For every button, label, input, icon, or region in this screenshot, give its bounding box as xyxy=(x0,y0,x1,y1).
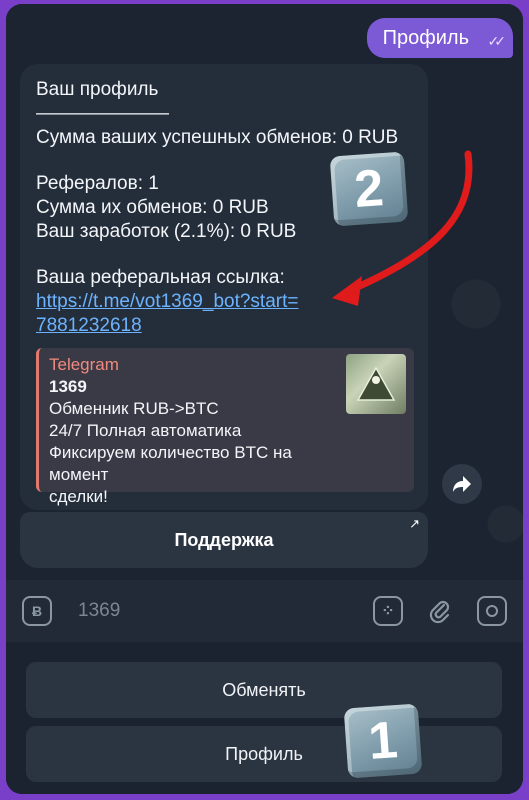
telegram-window: Профиль ✓✓ Ваш профиль ——————— Сумма ваш… xyxy=(6,4,523,794)
red-arrow-annotation xyxy=(332,150,473,306)
